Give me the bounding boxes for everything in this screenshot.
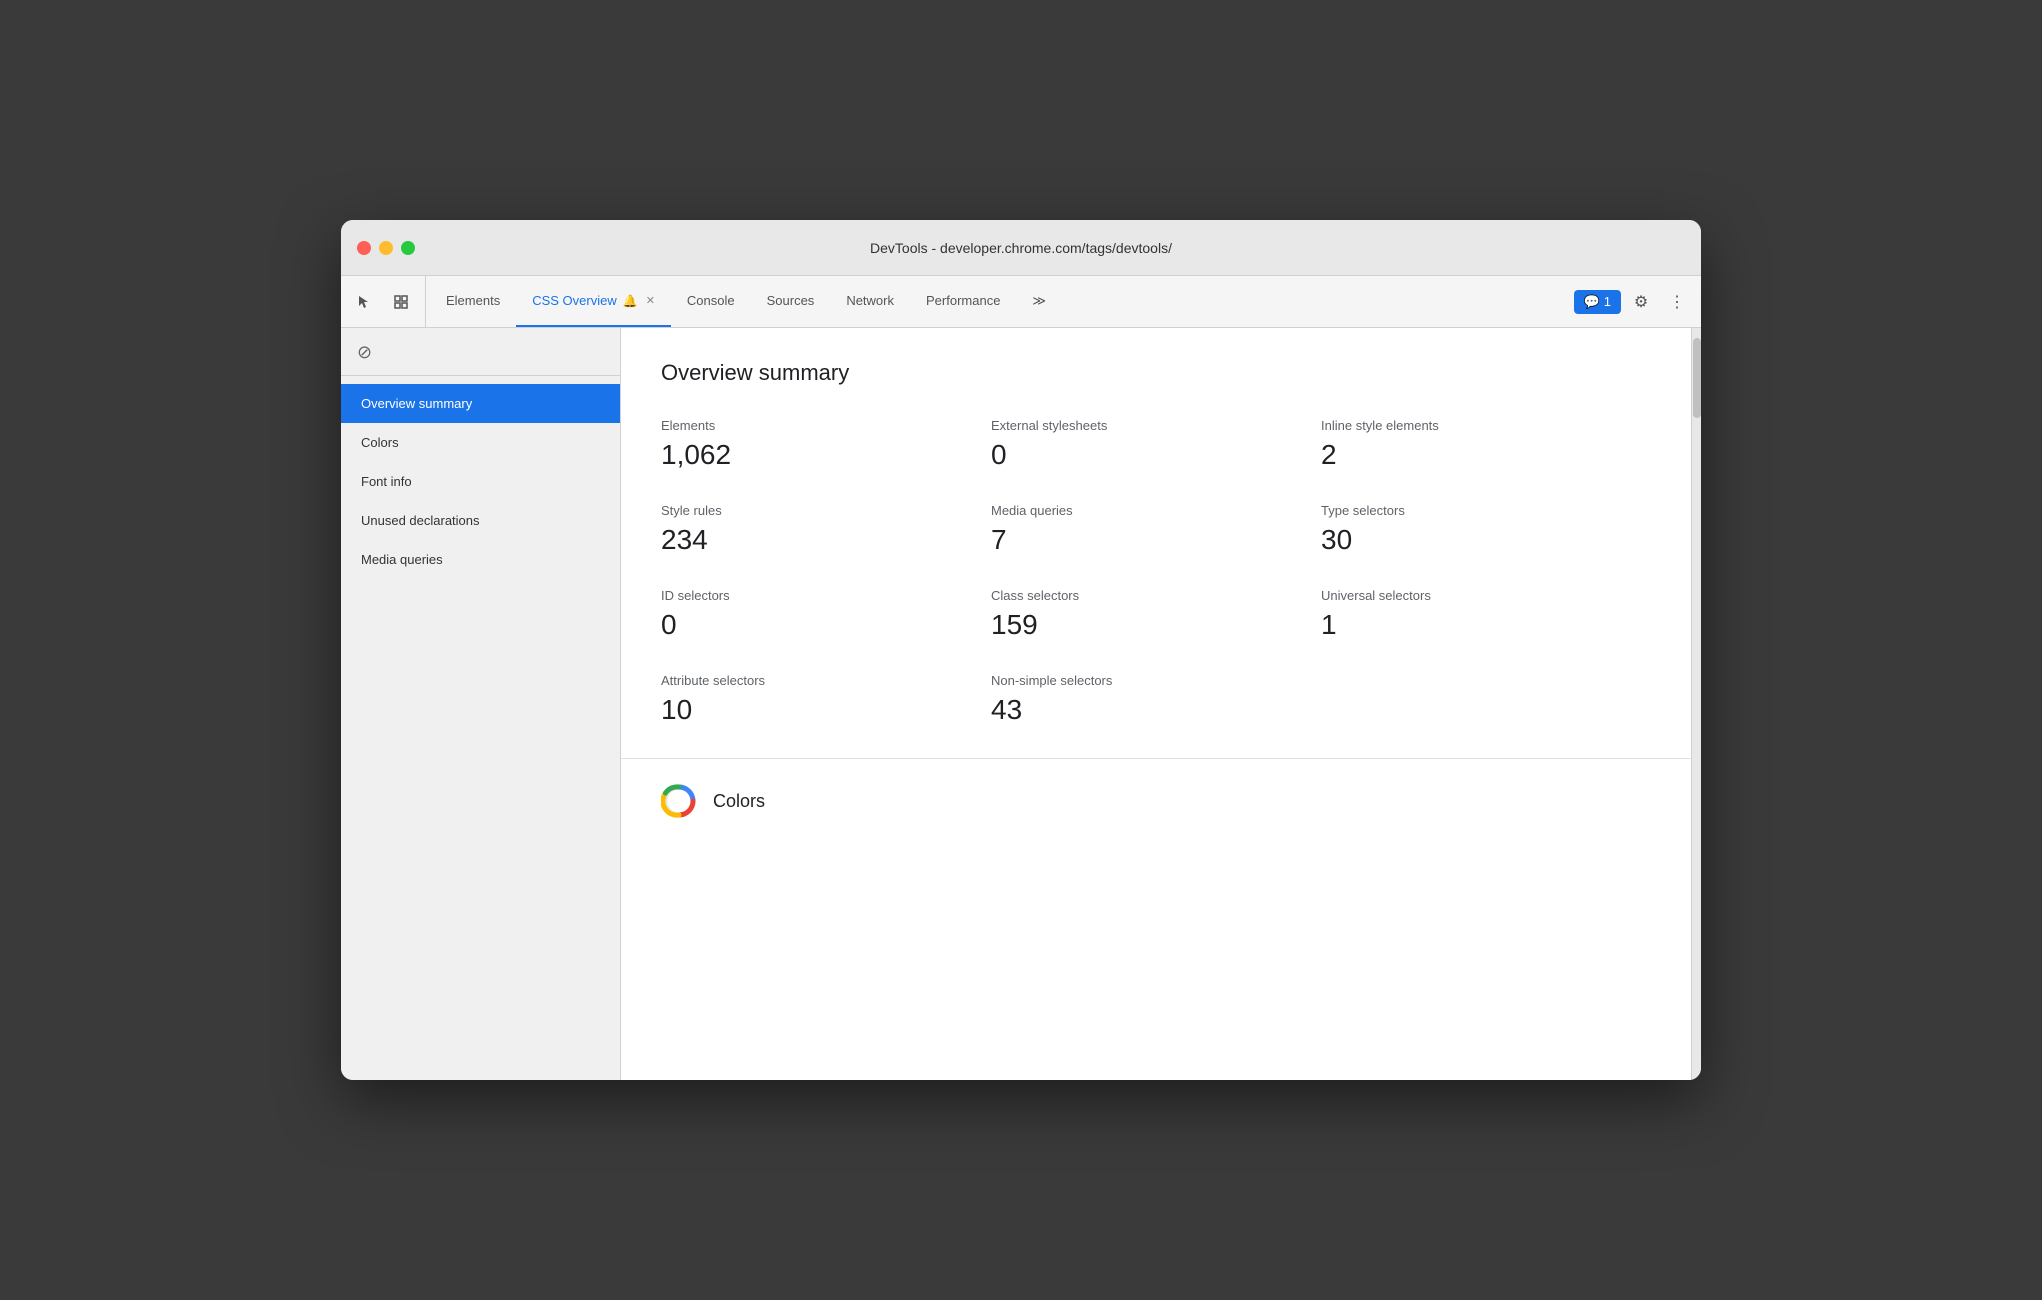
maximize-button[interactable] [401, 241, 415, 255]
scrollbar-thumb[interactable] [1693, 338, 1701, 418]
colors-section: Colors [621, 759, 1691, 843]
more-options-button[interactable]: ⋮ [1661, 286, 1693, 318]
stat-label-attribute-selectors: Attribute selectors [661, 673, 991, 688]
stat-label-media-queries: Media queries [991, 503, 1321, 518]
css-overview-icon: 🔔 [623, 294, 638, 308]
sidebar-item-colors[interactable]: Colors [341, 423, 620, 462]
stat-label-id-selectors: ID selectors [661, 588, 991, 603]
overview-summary-section: Overview summary Elements 1,062 External… [621, 328, 1691, 759]
stat-label-elements: Elements [661, 418, 991, 433]
stat-value-non-simple-selectors: 43 [991, 694, 1321, 726]
colors-ring-icon [661, 783, 697, 819]
stat-value-type-selectors: 30 [1321, 524, 1651, 556]
layers-icon-button[interactable] [385, 286, 417, 318]
layers-icon [393, 294, 409, 310]
content-area: Overview summary Elements 1,062 External… [621, 328, 1691, 1080]
sidebar-item-media-queries[interactable]: Media queries [341, 540, 620, 579]
stat-placeholder [1321, 673, 1651, 726]
stat-attribute-selectors: Attribute selectors 10 [661, 673, 991, 726]
sidebar-nav: Overview summary Colors Font info Unused… [341, 376, 620, 587]
stat-value-external-stylesheets: 0 [991, 439, 1321, 471]
stat-label-style-rules: Style rules [661, 503, 991, 518]
stat-label-non-simple-selectors: Non-simple selectors [991, 673, 1321, 688]
stat-label-external-stylesheets: External stylesheets [991, 418, 1321, 433]
stat-value-class-selectors: 159 [991, 609, 1321, 641]
toolbar-icons [349, 276, 426, 327]
cursor-icon [357, 294, 373, 310]
stat-label-inline-style-elements: Inline style elements [1321, 418, 1651, 433]
stat-universal-selectors: Universal selectors 1 [1321, 588, 1651, 641]
stat-value-style-rules: 234 [661, 524, 991, 556]
stat-value-id-selectors: 0 [661, 609, 991, 641]
overview-section-title: Overview summary [661, 360, 1651, 386]
traffic-lights [357, 241, 415, 255]
cursor-icon-button[interactable] [349, 286, 381, 318]
tab-more[interactable]: ≫ [1016, 276, 1062, 327]
stat-label-universal-selectors: Universal selectors [1321, 588, 1651, 603]
scrollbar[interactable] [1691, 328, 1701, 1080]
stat-style-rules: Style rules 234 [661, 503, 991, 556]
stat-id-selectors: ID selectors 0 [661, 588, 991, 641]
sidebar-header: ⊘ [341, 328, 620, 376]
more-options-icon: ⋮ [1669, 292, 1685, 312]
colors-section-title: Colors [713, 791, 765, 812]
stat-non-simple-selectors: Non-simple selectors 43 [991, 673, 1321, 726]
sidebar: ⊘ Overview summary Colors Font info Unus… [341, 328, 621, 1080]
block-icon: ⊘ [357, 343, 372, 361]
stat-media-queries: Media queries 7 [991, 503, 1321, 556]
chat-icon: 💬 [1584, 294, 1600, 310]
stat-inline-style-elements: Inline style elements 2 [1321, 418, 1651, 471]
tab-network[interactable]: Network [830, 276, 910, 327]
tab-elements[interactable]: Elements [430, 276, 516, 327]
tabs-bar: Elements CSS Overview 🔔 ✕ Console Source… [430, 276, 1574, 327]
close-button[interactable] [357, 241, 371, 255]
stat-value-media-queries: 7 [991, 524, 1321, 556]
toolbar: Elements CSS Overview 🔔 ✕ Console Source… [341, 276, 1701, 328]
window-title: DevTools - developer.chrome.com/tags/dev… [870, 240, 1172, 256]
minimize-button[interactable] [379, 241, 393, 255]
sidebar-item-unused-declarations[interactable]: Unused declarations [341, 501, 620, 540]
tab-css-overview[interactable]: CSS Overview 🔔 ✕ [516, 276, 671, 327]
tab-close-icon[interactable]: ✕ [646, 294, 655, 307]
stat-value-elements: 1,062 [661, 439, 991, 471]
tab-sources[interactable]: Sources [751, 276, 831, 327]
stat-label-class-selectors: Class selectors [991, 588, 1321, 603]
sidebar-item-font-info[interactable]: Font info [341, 462, 620, 501]
stat-elements: Elements 1,062 [661, 418, 991, 471]
title-bar: DevTools - developer.chrome.com/tags/dev… [341, 220, 1701, 276]
stat-value-inline-style-elements: 2 [1321, 439, 1651, 471]
stat-value-universal-selectors: 1 [1321, 609, 1651, 641]
notification-button[interactable]: 💬 1 [1574, 290, 1621, 314]
stat-type-selectors: Type selectors 30 [1321, 503, 1651, 556]
stat-class-selectors: Class selectors 159 [991, 588, 1321, 641]
stat-external-stylesheets: External stylesheets 0 [991, 418, 1321, 471]
stat-value-attribute-selectors: 10 [661, 694, 991, 726]
tab-performance[interactable]: Performance [910, 276, 1016, 327]
settings-icon: ⚙ [1634, 292, 1648, 312]
main-area: ⊘ Overview summary Colors Font info Unus… [341, 328, 1701, 1080]
settings-button[interactable]: ⚙ [1625, 286, 1657, 318]
stats-grid: Elements 1,062 External stylesheets 0 In… [661, 418, 1651, 726]
toolbar-right: 💬 1 ⚙ ⋮ [1574, 276, 1693, 327]
devtools-window: DevTools - developer.chrome.com/tags/dev… [341, 220, 1701, 1080]
stat-label-type-selectors: Type selectors [1321, 503, 1651, 518]
sidebar-item-overview-summary[interactable]: Overview summary [341, 384, 620, 423]
tab-console[interactable]: Console [671, 276, 751, 327]
